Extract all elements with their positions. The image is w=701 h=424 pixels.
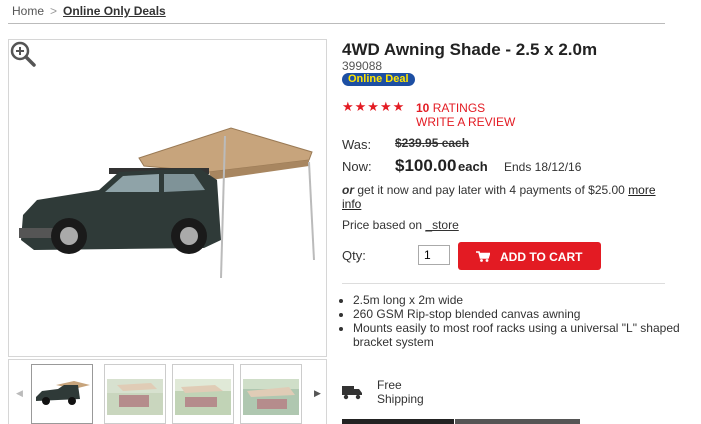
chevron-left-icon[interactable]: ◀ bbox=[16, 388, 23, 399]
shipping-line-1: Free bbox=[377, 378, 402, 392]
bottom-tab-2[interactable] bbox=[455, 419, 580, 424]
add-to-cart-button[interactable]: ADD TO CART bbox=[458, 242, 601, 270]
feature-item: 2.5m long x 2m wide bbox=[353, 293, 683, 307]
free-shipping-note: Free Shipping bbox=[377, 378, 424, 406]
chevron-right-icon[interactable]: ▶ bbox=[314, 388, 321, 399]
thumbnail-image bbox=[243, 379, 299, 415]
payment-text: get it now and pay later with 4 payments… bbox=[357, 183, 625, 197]
payment-or: or bbox=[342, 183, 354, 197]
add-to-cart-label: ADD TO CART bbox=[500, 250, 583, 264]
rating-stars: ★★★★★ bbox=[342, 99, 406, 114]
store-link[interactable]: _store bbox=[425, 218, 458, 232]
bottom-tab-1[interactable] bbox=[342, 419, 454, 424]
breadcrumb-online-only-deals[interactable]: Online Only Deals bbox=[63, 4, 166, 18]
feature-item: 260 GSM Rip-stop blended canvas awning bbox=[353, 307, 683, 321]
online-deal-badge: Online Deal bbox=[342, 73, 415, 86]
price-unit: each bbox=[458, 159, 488, 174]
thumbnail-4[interactable] bbox=[240, 364, 302, 424]
payment-option: or get it now and pay later with 4 payme… bbox=[342, 183, 672, 211]
cart-icon bbox=[476, 251, 490, 262]
deal-end-date: Ends 18/12/16 bbox=[504, 160, 582, 174]
thumbnail-2[interactable] bbox=[104, 364, 166, 424]
thumbnail-image bbox=[36, 381, 90, 405]
product-main-image[interactable] bbox=[8, 39, 327, 357]
section-divider bbox=[342, 283, 665, 284]
feature-item: Mounts easily to most roof racks using a… bbox=[353, 321, 683, 349]
store-text: Price based on bbox=[342, 218, 423, 232]
product-sku: 399088 bbox=[342, 59, 383, 73]
truck-icon bbox=[342, 386, 362, 400]
thumbnail-image bbox=[107, 379, 163, 415]
shipping-line-2: Shipping bbox=[377, 392, 424, 406]
now-price: $100.00 bbox=[395, 156, 457, 175]
feature-list: 2.5m long x 2m wide 260 GSM Rip-stop ble… bbox=[338, 293, 683, 349]
product-title: 4WD Awning Shade - 2.5 x 2.0m bbox=[342, 40, 598, 59]
was-label: Was: bbox=[342, 137, 372, 152]
breadcrumb-separator: > bbox=[50, 4, 58, 18]
was-price: $239.95 each bbox=[395, 136, 470, 150]
quantity-label: Qty: bbox=[342, 248, 366, 263]
ratings-block: 10 RATINGS WRITE A REVIEW bbox=[416, 101, 515, 129]
thumbnail-1[interactable] bbox=[31, 364, 93, 424]
thumbnail-strip: ◀ ▶ bbox=[8, 359, 327, 424]
breadcrumb-divider bbox=[8, 23, 665, 24]
thumbnail-3[interactable] bbox=[172, 364, 234, 424]
now-label: Now: bbox=[342, 159, 372, 174]
breadcrumb: Home > Online Only Deals bbox=[12, 4, 166, 18]
thumbnail-image bbox=[175, 379, 231, 415]
zoom-in-icon[interactable] bbox=[9, 40, 37, 68]
ratings-count[interactable]: 10 bbox=[416, 101, 429, 115]
product-photo bbox=[19, 127, 315, 279]
write-review-link[interactable]: WRITE A REVIEW bbox=[416, 115, 515, 129]
ratings-label[interactable]: RATINGS bbox=[433, 101, 485, 115]
store-pricing-note: Price based on _store bbox=[342, 218, 459, 232]
quantity-input[interactable] bbox=[418, 245, 450, 265]
breadcrumb-home[interactable]: Home bbox=[12, 4, 44, 18]
